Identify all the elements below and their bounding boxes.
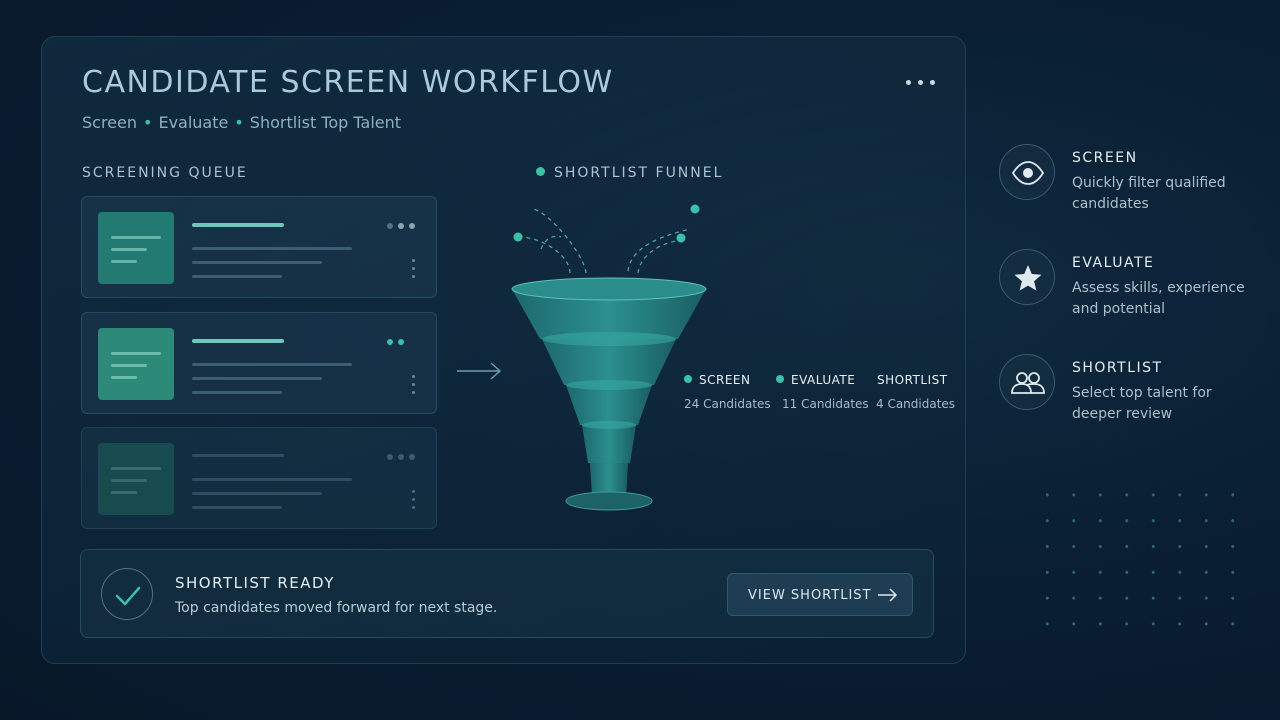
legend-evaluate-label: EVALUATE — [791, 373, 856, 387]
ready-title: SHORTLIST READY — [175, 574, 335, 592]
people-icon — [999, 354, 1055, 410]
legend-screen-count: 24 Candidates — [684, 397, 771, 411]
feature-evaluate: EVALUATE Assess skills, experience and p… — [999, 249, 1269, 319]
feature-shortlist-title: SHORTLIST — [1072, 360, 1163, 376]
card-menu-icon[interactable] — [412, 375, 416, 397]
feature-shortlist: SHORTLIST Select top talent for deeper r… — [999, 354, 1269, 424]
legend-shortlist: SHORTLIST — [877, 373, 948, 387]
accent-dot-icon — [684, 375, 692, 383]
funnel-icon — [511, 204, 707, 511]
feature-screen: SCREEN Quickly filter qualified candidat… — [999, 144, 1269, 214]
ready-description: Top candidates moved forward for next st… — [175, 600, 498, 616]
candidate-thumbnail-icon — [98, 328, 174, 400]
candidate-thumbnail-icon — [98, 443, 174, 515]
funnel-label: SHORTLIST FUNNEL — [536, 165, 723, 181]
feature-screen-title: SCREEN — [1072, 150, 1138, 166]
subtitle-separator: • — [234, 113, 244, 132]
shortlist-ready-banner: SHORTLIST READY Top candidates moved for… — [80, 549, 934, 638]
candidate-card[interactable] — [81, 427, 437, 529]
card-menu-icon[interactable] — [412, 259, 416, 281]
subtitle-step-evaluate: Evaluate — [158, 113, 229, 132]
candidate-card[interactable] — [81, 312, 437, 414]
more-options-icon[interactable] — [904, 73, 938, 91]
subtitle-step-screen: Screen — [82, 113, 138, 132]
workflow-panel: CANDIDATE SCREEN WORKFLOW Screen • Evaluat… — [41, 36, 966, 664]
feature-shortlist-description: Select top talent for deeper review — [1072, 385, 1212, 422]
legend-evaluate-count: 11 Candidates — [782, 397, 869, 411]
queue-label: SCREENING QUEUE — [82, 165, 248, 181]
accent-dot-icon — [536, 167, 545, 176]
view-shortlist-label: VIEW SHORTLIST — [748, 588, 872, 603]
legend-shortlist-count: 4 Candidates — [876, 397, 956, 411]
page-title: CANDIDATE SCREEN WORKFLOW — [82, 65, 614, 100]
legend-evaluate: EVALUATE — [776, 373, 855, 387]
feature-evaluate-title: EVALUATE — [1072, 255, 1155, 271]
arrow-right-icon — [878, 588, 898, 602]
eye-icon — [999, 144, 1055, 200]
decorative-dot-grid — [1034, 482, 1246, 638]
legend-screen-label: SCREEN — [699, 373, 751, 387]
page-subtitle: Screen • Evaluate • Shortlist Top Talent — [82, 113, 401, 132]
checkmark-icon — [101, 568, 153, 620]
accent-dot-icon — [776, 375, 784, 383]
card-menu-icon[interactable] — [412, 490, 416, 512]
funnel-label-text: SHORTLIST FUNNEL — [554, 165, 724, 181]
subtitle-step-shortlist: Shortlist Top Talent — [249, 113, 402, 132]
candidate-thumbnail-icon — [98, 212, 174, 284]
candidate-card[interactable] — [81, 196, 437, 298]
legend-screen: SCREEN — [684, 373, 750, 387]
feature-evaluate-description: Assess skills, experience and potential — [1072, 280, 1245, 317]
subtitle-separator: • — [143, 113, 153, 132]
view-shortlist-button[interactable]: VIEW SHORTLIST — [727, 573, 913, 616]
star-icon — [999, 249, 1055, 305]
feature-screen-description: Quickly filter qualified candidates — [1072, 175, 1226, 212]
